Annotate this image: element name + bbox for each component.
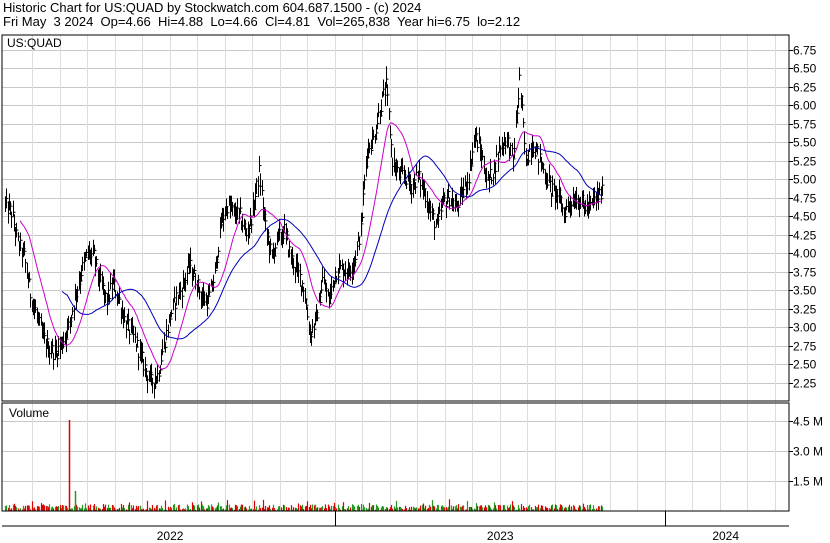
volume-grid [2,403,789,511]
price-tick-label: 3.25 [793,303,817,317]
price-tick-label: 5.75 [793,118,817,132]
long-moving-average-line [61,147,603,340]
year-label: 2023 [487,529,514,543]
year-label: 2022 [157,529,184,543]
price-tick-label: 3.00 [793,321,817,335]
volume-bars [4,420,604,511]
volume-tick-label: 4.5 M [793,415,823,429]
stock-chart: 6.75 6.50 6.25 6.00 5.75 5.50 5.25 5.00 4.75 4.50… [1,34,823,543]
price-tick-label: 3.75 [793,266,817,280]
price-tick-label: 2.25 [793,377,817,391]
price-tick-label: 5.00 [793,173,817,187]
volume-panel-frame [1,402,790,512]
price-tick-label: 6.25 [793,81,817,95]
price-tick-label: 6.50 [793,62,817,76]
volume-tick-label: 3.0 M [793,445,823,459]
price-tick-label: 2.75 [793,340,817,354]
price-axis: 6.75 6.50 6.25 6.00 5.75 5.50 5.25 5.00 4.75 4.50… [789,44,817,391]
price-tick-label: 4.25 [793,229,817,243]
price-tick-label: 5.50 [793,136,817,150]
price-tick-label: 2.50 [793,358,817,372]
volume-axis: 4.5 M 3.0 M 1.5 M [789,415,823,489]
year-label: 2024 [712,529,739,543]
price-tick-label: 5.25 [793,155,817,169]
price-grid [2,35,789,401]
price-bars [5,66,605,399]
volume-tick-label: 1.5 M [793,475,823,489]
price-tick-label: 3.50 [793,284,817,298]
x-axis: 2022 2023 2024 [157,511,739,543]
symbol-label: US:QUAD [7,36,62,50]
price-tick-label: 4.75 [793,192,817,206]
volume-panel-label: Volume [9,406,49,420]
price-tick-label: 4.00 [793,247,817,261]
price-tick-label: 6.00 [793,99,817,113]
price-tick-label: 4.50 [793,210,817,224]
price-tick-label: 6.75 [793,44,817,58]
